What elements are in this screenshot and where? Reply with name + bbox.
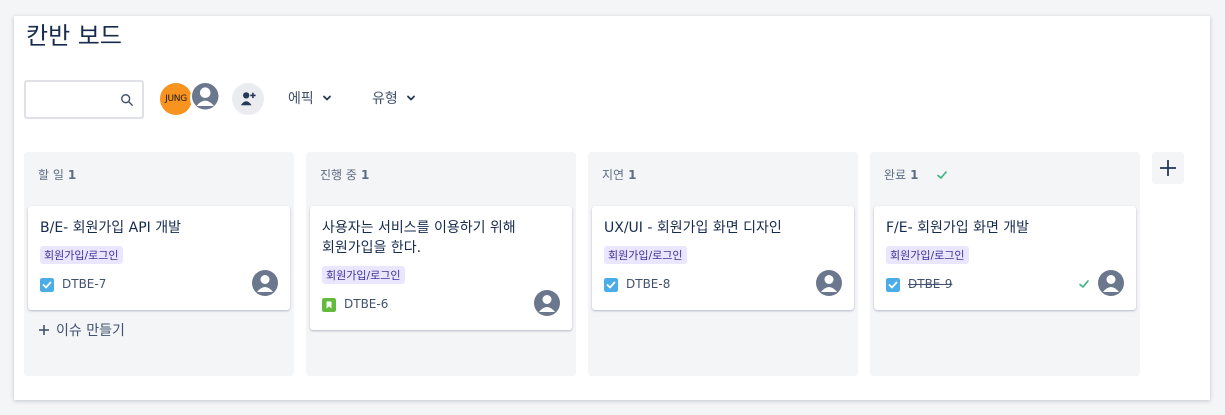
card-title: B/E- 회원가입 API 개발 — [40, 220, 181, 236]
create-issue-button[interactable]: 이슈 만들기 — [38, 320, 125, 340]
type-filter[interactable]: 유형 — [372, 88, 416, 108]
column-count: 1 — [628, 167, 637, 182]
search-icon — [121, 94, 133, 106]
column-header: 지연 1 — [602, 166, 636, 183]
create-issue-label: 이슈 만들기 — [56, 323, 125, 339]
column-header: 할 일 1 — [38, 166, 76, 183]
column-name: 완료 — [884, 168, 907, 182]
chevron-down-icon — [406, 95, 415, 101]
epic-label[interactable]: 회원가입/로그인 — [886, 246, 969, 264]
epic-label[interactable]: 회원가입/로그인 — [322, 266, 405, 284]
card-title: F/E- 회원가입 화면 개발 — [886, 220, 1030, 236]
issue-key[interactable]: DTBE-7 — [62, 277, 106, 291]
column-delayed: 지연 1 UX/UI - 회원가입 화면 디자인 회원가입/로그인 DTBE-8 — [588, 152, 858, 376]
issue-card[interactable]: F/E- 회원가입 화면 개발 회원가입/로그인 DTBE-9 — [874, 206, 1136, 310]
page-title: 칸반 보드 — [26, 22, 122, 50]
check-icon — [1079, 280, 1089, 288]
card-title: UX/UI - 회원가입 화면 디자인 — [604, 220, 782, 236]
type-filter-label: 유형 — [372, 91, 398, 107]
user-avatar-icon[interactable] — [1098, 270, 1124, 296]
plus-icon — [39, 325, 49, 335]
task-icon — [604, 278, 618, 292]
add-person-button[interactable] — [232, 83, 264, 115]
add-person-icon — [240, 92, 256, 106]
chevron-down-icon — [322, 95, 331, 101]
issue-key[interactable]: DTBE-9 — [908, 277, 952, 291]
column-name: 진행 중 — [320, 168, 357, 182]
story-icon — [322, 298, 336, 312]
column-count: 1 — [910, 167, 919, 182]
column-header: 진행 중 1 — [320, 166, 369, 183]
avatar-user[interactable] — [190, 81, 224, 115]
issue-card[interactable]: B/E- 회원가입 API 개발 회원가입/로그인 DTBE-7 — [28, 206, 290, 310]
user-avatar-icon[interactable] — [534, 290, 560, 316]
board-panel: 칸반 보드 JUNG 에픽 유형 할 일 1 B/E- 회원가입 API 개발 … — [14, 16, 1210, 400]
task-icon — [886, 278, 900, 292]
user-avatar-icon[interactable] — [252, 270, 278, 296]
epic-label[interactable]: 회원가입/로그인 — [604, 246, 687, 264]
plus-icon — [1160, 160, 1176, 176]
column-in-progress: 진행 중 1 사용자는 서비스를 이용하기 위해 회원가입을 한다. 회원가입/… — [306, 152, 576, 376]
column-count: 1 — [360, 167, 370, 182]
avatar-jung[interactable]: JUNG — [160, 83, 192, 115]
user-avatar-icon[interactable] — [816, 270, 842, 296]
issue-card[interactable]: 사용자는 서비스를 이용하기 위해 회원가입을 한다. 회원가입/로그인 DTB… — [310, 206, 572, 330]
card-title: 사용자는 서비스를 이용하기 위해 회원가입을 한다. — [322, 220, 516, 256]
task-icon — [40, 278, 54, 292]
issue-key[interactable]: DTBE-6 — [344, 297, 388, 311]
epic-filter-label: 에픽 — [288, 91, 314, 107]
column-name: 할 일 — [38, 168, 64, 182]
add-column-button[interactable] — [1152, 152, 1184, 184]
column-name: 지연 — [602, 168, 625, 182]
column-header: 완료 1 — [884, 166, 948, 183]
user-avatar-icon — [192, 83, 219, 110]
column-todo: 할 일 1 B/E- 회원가입 API 개발 회원가입/로그인 DTBE-7 이… — [24, 152, 294, 376]
column-done: 완료 1 F/E- 회원가입 화면 개발 회원가입/로그인 DTBE-9 — [870, 152, 1140, 376]
issue-key[interactable]: DTBE-8 — [626, 277, 670, 291]
check-icon — [937, 170, 948, 179]
issue-card[interactable]: UX/UI - 회원가입 화면 디자인 회원가입/로그인 DTBE-8 — [592, 206, 854, 310]
epic-label[interactable]: 회원가입/로그인 — [40, 246, 123, 264]
search-input[interactable] — [24, 80, 144, 119]
epic-filter[interactable]: 에픽 — [288, 88, 332, 108]
column-count: 1 — [67, 167, 77, 182]
board-toolbar: JUNG 에픽 유형 — [24, 80, 624, 120]
